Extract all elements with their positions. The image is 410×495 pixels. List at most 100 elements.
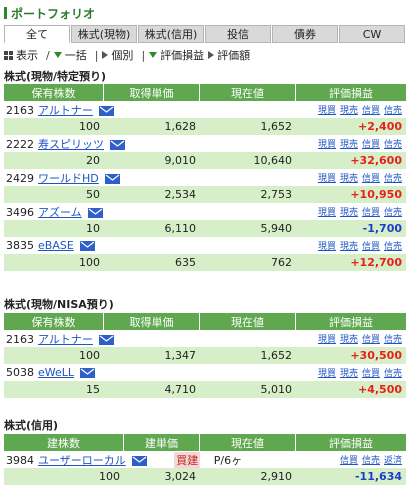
display-option[interactable]: 表示 — [4, 47, 38, 63]
mail-icon[interactable] — [87, 207, 103, 218]
display-label: 表示 — [16, 49, 38, 62]
margin-sell-link[interactable]: 信売 — [384, 335, 402, 345]
col-header-price: 現在値 — [200, 434, 296, 451]
price-cell: 10,640 — [200, 152, 296, 169]
margin-sell-link[interactable]: 信売 — [362, 456, 380, 466]
margin-buy-link[interactable]: 信買 — [362, 242, 380, 252]
bulk-option[interactable]: 一括 — [53, 47, 87, 63]
individual-label: 個別 — [111, 49, 134, 62]
repay-link[interactable]: 返済 — [384, 456, 402, 466]
table-row: 100 1,347 1,652 +30,500 — [4, 347, 406, 364]
sell-link[interactable]: 現売 — [340, 140, 358, 150]
tab-cw[interactable]: CW — [339, 25, 405, 43]
stock-name-link[interactable]: アルトナー — [38, 104, 93, 117]
mail-icon[interactable] — [98, 105, 114, 116]
price-cell: 1,652 — [200, 118, 296, 135]
sort-pl-option[interactable]: 評価損益 — [149, 47, 204, 63]
bulk-label: 一括 — [64, 49, 87, 62]
stock-name-link[interactable]: ワールドHD — [38, 172, 99, 185]
trade-links: 現買 現売 信買 信売 — [296, 237, 406, 254]
position-side-badge: 買建 — [174, 451, 201, 468]
pl-cell: +10,950 — [296, 186, 406, 203]
buy-link[interactable]: 現買 — [318, 242, 336, 252]
margin-buy-link[interactable]: 信買 — [362, 208, 380, 218]
qty-cell: 100 — [4, 254, 104, 271]
section-title-margin: 株式(信用) — [4, 419, 59, 432]
buy-link[interactable]: 現買 — [318, 174, 336, 184]
individual-option[interactable]: 個別 — [102, 47, 133, 63]
buy-link[interactable]: 現買 — [318, 140, 336, 150]
tab-all[interactable]: 全て — [4, 25, 70, 43]
stock-code: 2222 — [6, 137, 34, 151]
margin-sell-link[interactable]: 信売 — [384, 208, 402, 218]
mail-icon[interactable] — [104, 173, 120, 184]
stock-code: 2163 — [6, 332, 34, 346]
qty-cell: 100 — [4, 118, 104, 135]
stock-name-link[interactable]: eWeLL — [38, 366, 74, 379]
buy-link[interactable]: 現買 — [318, 106, 336, 116]
tab-stock-cash[interactable]: 株式(現物) — [71, 25, 137, 43]
sort-value-option[interactable]: 評価額 — [208, 47, 250, 63]
display-toolbar: 表示 / 一括 | 個別 | 評価損益 評価額 — [4, 46, 406, 64]
cost-cell: 6,110 — [104, 220, 200, 237]
pl-cell: +32,600 — [296, 152, 406, 169]
stock-name-link[interactable]: アズーム — [38, 206, 82, 219]
cost-cell: 2,534 — [104, 186, 200, 203]
margin-sell-link[interactable]: 信売 — [384, 140, 402, 150]
sell-link[interactable]: 現売 — [340, 369, 358, 379]
margin-buy-link[interactable]: 信買 — [362, 174, 380, 184]
margin-buy-link[interactable]: 信買 — [362, 140, 380, 150]
cost-cell: 9,010 — [104, 152, 200, 169]
mail-icon[interactable] — [98, 334, 114, 345]
margin-buy-link[interactable]: 信買 — [362, 335, 380, 345]
tab-funds[interactable]: 投信 — [205, 25, 271, 43]
trade-links: 現買 現売 信買 信売 — [296, 135, 406, 152]
mail-icon[interactable] — [110, 139, 125, 150]
pl-cell: -1,700 — [296, 220, 406, 237]
stock-name-link[interactable]: 寿スピリッツ — [38, 138, 104, 151]
sell-link[interactable]: 現売 — [340, 106, 358, 116]
stock-name-link[interactable]: eBASE — [38, 239, 74, 252]
sort-pl-label: 評価損益 — [160, 49, 205, 62]
stock-name-link[interactable]: ユーザーローカル — [38, 454, 126, 467]
margin-buy-link[interactable]: 信買 — [362, 106, 380, 116]
tab-bonds[interactable]: 債券 — [272, 25, 338, 43]
qty-cell: 100 — [4, 347, 104, 364]
col-header-pl: 評価損益 — [296, 84, 406, 101]
price-cell: 5,940 — [200, 220, 296, 237]
buy-link[interactable]: 現買 — [318, 335, 336, 345]
caret-down-icon — [53, 52, 62, 58]
pl-cell: -11,634 — [296, 468, 406, 485]
asset-tabs: 全て 株式(現物) 株式(信用) 投信 債券 CW — [4, 25, 406, 43]
mail-icon[interactable] — [79, 241, 95, 251]
pl-cell: +4,500 — [296, 381, 406, 398]
holdings-table-tokutei: 保有株数 取得単価 現在値 評価損益 2163 アルトナー 現買 現売 信買 信売 10… — [4, 84, 406, 271]
margin-buy-link[interactable]: 信買 — [340, 456, 358, 466]
sell-link[interactable]: 現売 — [340, 174, 358, 184]
col-header-qty: 保有株数 — [4, 84, 104, 101]
margin-sell-link[interactable]: 信売 — [384, 174, 402, 184]
trade-links: 現買 現売 信買 信売 — [296, 330, 406, 347]
buy-link[interactable]: 現買 — [318, 369, 336, 379]
tab-stock-margin[interactable]: 株式(信用) — [138, 25, 204, 43]
col-header-pl: 評価損益 — [296, 434, 406, 451]
sell-link[interactable]: 現売 — [340, 335, 358, 345]
sell-link[interactable]: 現売 — [340, 242, 358, 252]
stock-name-link[interactable]: アルトナー — [38, 333, 93, 346]
mail-icon[interactable] — [131, 455, 147, 466]
margin-sell-link[interactable]: 信売 — [384, 242, 402, 252]
trade-links: 現買 現売 信買 信売 — [296, 364, 406, 381]
qty-cell: 15 — [4, 381, 104, 398]
table-row: 100 1,628 1,652 +2,400 — [4, 118, 406, 135]
margin-sell-link[interactable]: 信売 — [384, 106, 402, 116]
sort-value-label: 評価額 — [217, 49, 251, 62]
mail-icon[interactable] — [80, 368, 96, 378]
margin-sell-link[interactable]: 信売 — [384, 369, 402, 379]
sell-link[interactable]: 現売 — [340, 208, 358, 218]
buy-link[interactable]: 現買 — [318, 208, 336, 218]
stock-code: 5038 — [6, 366, 34, 379]
price-cell: 5,010 — [200, 381, 296, 398]
col-header-pl: 評価損益 — [296, 313, 406, 330]
portfolio-title-bar: ポートフォリオ — [0, 0, 410, 24]
margin-buy-link[interactable]: 信買 — [362, 369, 380, 379]
